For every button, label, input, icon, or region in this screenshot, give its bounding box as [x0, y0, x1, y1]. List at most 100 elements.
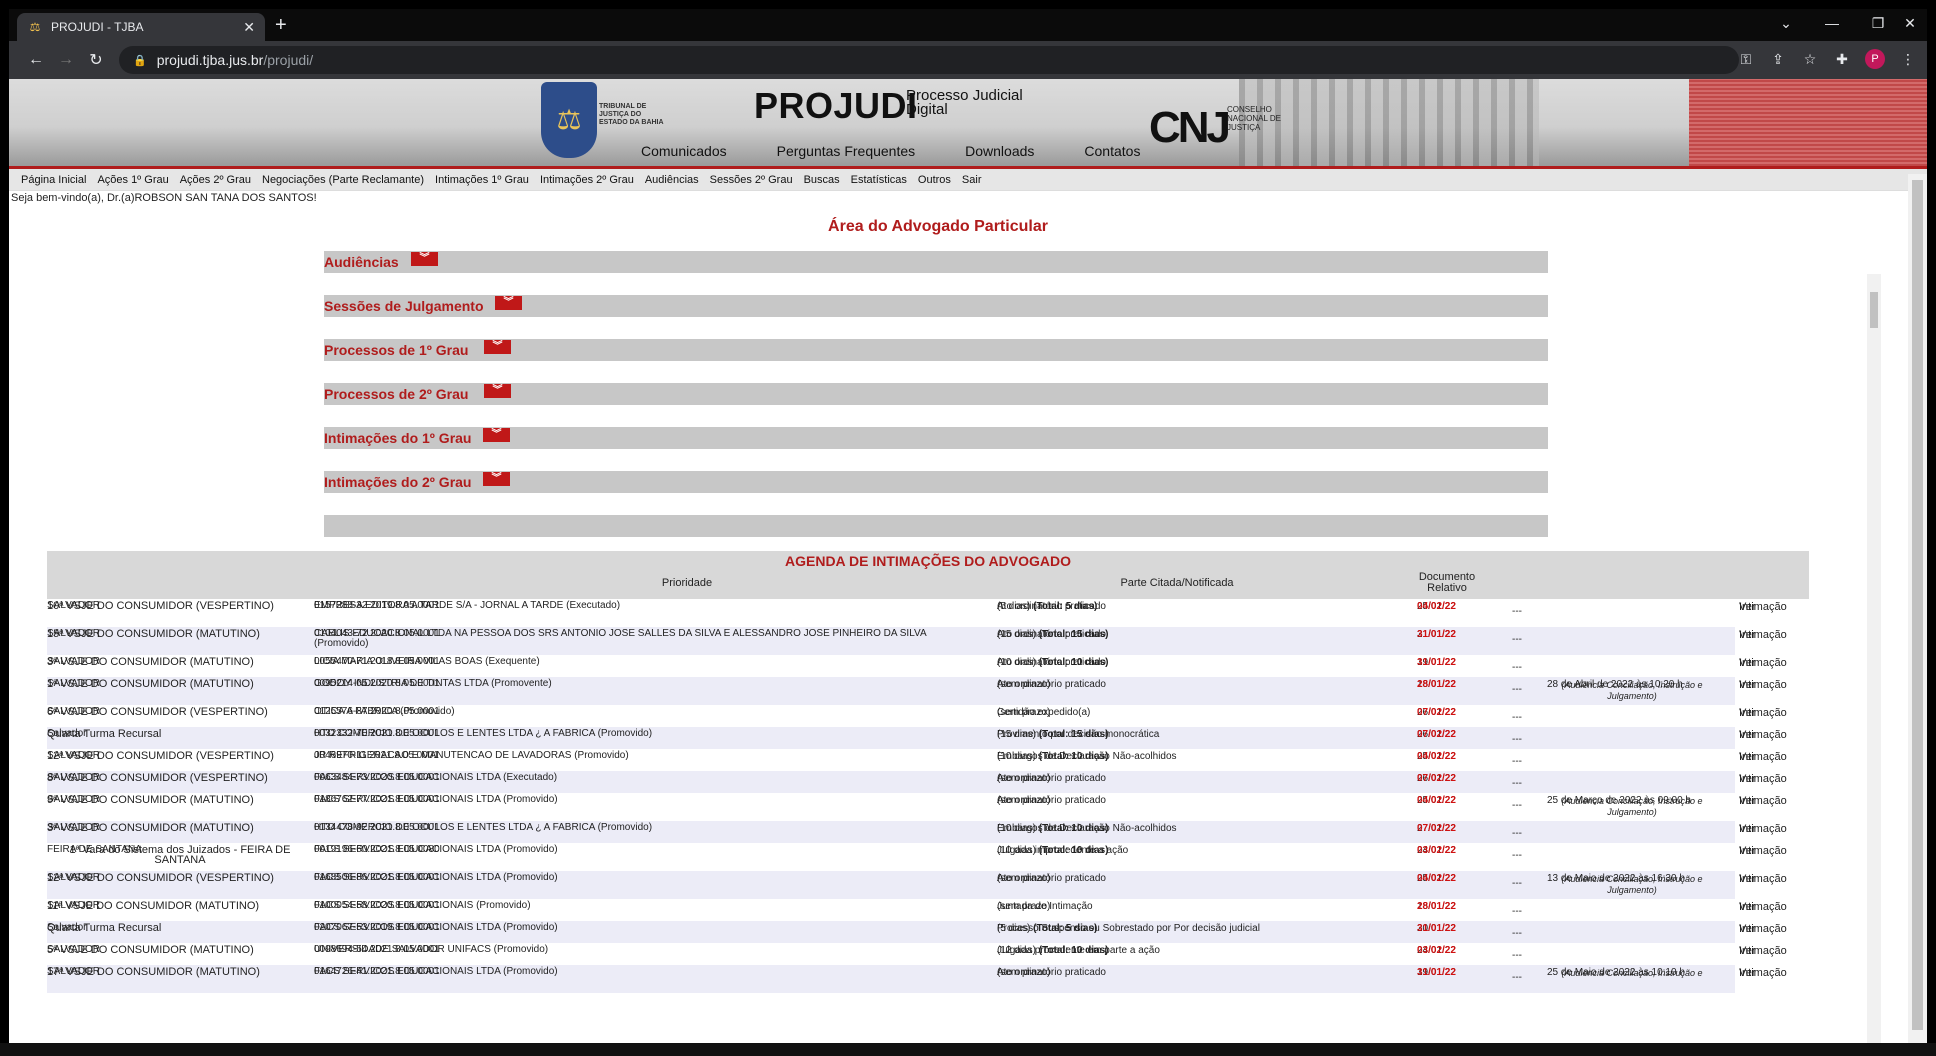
ver-label-2: Intimação	[1739, 707, 1787, 719]
row-vara: Quarta Turma Recursal	[47, 922, 162, 934]
new-tab-icon[interactable]: +	[275, 15, 287, 35]
row-act-deadline: (10 dias) (Total: 10 dias)	[997, 657, 1109, 668]
agenda-title: AGENDA DE INTIMAÇÕES DO ADVOGADO	[785, 553, 1071, 569]
inner-scroll-thumb[interactable]	[1870, 292, 1878, 328]
inner-scrollbar[interactable]	[1867, 274, 1881, 1043]
address-bar[interactable]: 🔒 projudi.tjba.jus.br/projudi/	[119, 46, 1739, 74]
tab-search-icon[interactable]: ⌄	[1763, 13, 1809, 33]
menu-acoes-2-grau[interactable]: Ações 2º Grau	[180, 174, 251, 186]
menu-sessoes-2-grau[interactable]: Sessões 2º Grau	[710, 174, 793, 186]
menu-buscas[interactable]: Buscas	[804, 174, 840, 186]
section-label: Processos de 2º Grau	[324, 386, 469, 402]
row-vara: 1ª VSJE DO CONSUMIDOR (MATUTINO)	[47, 678, 254, 690]
row-act-deadline: (sem prazo)	[997, 901, 1051, 912]
row-dash: ---	[1512, 634, 1522, 645]
section-processos-2-grau[interactable]: Processos de 2º Grau ︾	[324, 383, 1548, 405]
menu-icon[interactable]: ⋮	[1899, 51, 1917, 68]
row-party: FACS SERVICOS EDUCACIONAIS LTDA (Promovi…	[314, 844, 558, 855]
section-processos-1-grau[interactable]: Processos de 1º Grau ︾	[324, 339, 1548, 361]
row-date-end: 28/01/22	[1417, 901, 1456, 912]
row-act-deadline: (15 dias) (Total: 15 dias)	[997, 729, 1109, 740]
section-audiencias[interactable]: Audiências ︾	[324, 251, 1548, 273]
row-vara: 8ª VSJE DO CONSUMIDOR (VESPERTINO)	[47, 772, 268, 784]
browser-tab[interactable]: ⚖ PROJUDI - TJBA ✕	[17, 13, 265, 41]
star-icon[interactable]: ☆	[1801, 51, 1819, 68]
ver-label-2: Intimação	[1739, 773, 1787, 785]
agenda-rows: SALVADOR 10ª VSJE DO CONSUMIDOR (VESPERT…	[47, 599, 1809, 993]
close-window-icon[interactable]: ✕	[1887, 13, 1933, 33]
row-dash: ---	[1512, 878, 1522, 889]
nav-perguntas-frequentes[interactable]: Perguntas Frequentes	[777, 143, 916, 159]
page-scrollbar[interactable]	[1908, 174, 1927, 1043]
row-vara: 1ª Vara do Sistema dos Juizados - FEIRA …	[69, 844, 291, 866]
row-vara: 10ª VSJE DO CONSUMIDOR (VESPERTINO)	[47, 600, 274, 612]
row-dash: ---	[1512, 778, 1522, 789]
forward-icon[interactable]: →	[51, 51, 81, 69]
menu-acoes-1-grau[interactable]: Ações 1º Grau	[97, 174, 168, 186]
page-scroll-thumb[interactable]	[1912, 180, 1923, 1030]
back-icon[interactable]: ←	[21, 51, 51, 69]
menu-audiencias[interactable]: Audiências	[645, 174, 699, 186]
ver-label-2: Intimação	[1739, 657, 1787, 669]
section-sessoes-julgamento[interactable]: Sessões de Julgamento ︾	[324, 295, 1548, 317]
tab-title: PROJUDI - TJBA	[51, 20, 144, 34]
menu-estatisticas[interactable]: Estatísticas	[851, 174, 907, 186]
expand-icon[interactable]: ︾	[484, 384, 511, 398]
row-vara: 12ª VSJE DO CONSUMIDOR (VESPERTINO)	[47, 750, 274, 762]
share-icon[interactable]: ⇪	[1769, 51, 1787, 68]
section-intimacoes-1-grau[interactable]: Intimações do 1º Grau ︾	[324, 427, 1548, 449]
row-party: EMPRESA EDITORA A TARDE S/A - JORNAL A T…	[314, 600, 621, 611]
row-party: CAELIS EDUCACIONAL LTDA NA PESSOA DOS SR…	[314, 628, 927, 649]
banner-decoration	[1689, 79, 1927, 166]
expand-icon[interactable]: ︾	[495, 296, 522, 310]
row-party: FACS SERVICOS EDUCACIONAIS LTDA (Promovi…	[314, 966, 558, 977]
row-vara: 3ª VSJE DO CONSUMIDOR (MATUTINO)	[47, 656, 254, 668]
menu-negociacoes[interactable]: Negociações (Parte Reclamante)	[262, 174, 424, 186]
row-date-end: 04/02/22	[1417, 873, 1456, 884]
row-hearing: 25 de Maio de 2022 às 10:10 h (Audiência…	[1547, 968, 1717, 979]
menu-intimacoes-2-grau[interactable]: Intimações 2º Grau	[540, 174, 634, 186]
expand-icon[interactable]: ︾	[483, 428, 510, 442]
ver-label-2: Intimação	[1739, 729, 1787, 741]
minimize-icon[interactable]: —	[1809, 13, 1855, 33]
expand-icon[interactable]: ︾	[483, 472, 510, 486]
section-label: Intimações do 1º Grau	[324, 430, 472, 446]
profile-avatar[interactable]: P	[1865, 49, 1885, 69]
reload-icon[interactable]: ↻	[81, 50, 111, 70]
row-date-end: 03/02/22	[1417, 945, 1456, 956]
nav-comunicados[interactable]: Comunicados	[641, 143, 727, 159]
menu-outros[interactable]: Outros	[918, 174, 951, 186]
row-date-end: 31/01/22	[1417, 923, 1456, 934]
row-dash: ---	[1512, 734, 1522, 745]
agenda-header: AGENDA DE INTIMAÇÕES DO ADVOGADO Priorid…	[47, 551, 1809, 599]
col-prioridade: Prioridade	[661, 577, 713, 589]
expand-icon[interactable]: ︾	[484, 340, 511, 354]
close-tab-icon[interactable]: ✕	[243, 19, 255, 36]
row-date-end: 04/02/22	[1417, 751, 1456, 762]
table-row: SALVADOR 3ª VSJE DO CONSUMIDOR (MATUTINO…	[47, 655, 1809, 677]
menu-intimacoes-1-grau[interactable]: Intimações 1º Grau	[435, 174, 529, 186]
row-dash: ---	[1512, 906, 1522, 917]
browser-window: ⚖ PROJUDI - TJBA ✕ + ⌄ — ❐ ✕ ← → ↻ 🔒 pro…	[9, 9, 1927, 79]
lock-icon: 🔒	[133, 54, 147, 67]
row-dash: ---	[1512, 756, 1522, 767]
table-row: SALVADOR 10ª VSJE DO CONSUMIDOR (VESPERT…	[47, 599, 1809, 627]
nav-downloads[interactable]: Downloads	[965, 143, 1034, 159]
ver-label-2: Intimação	[1739, 751, 1787, 763]
tjba-crest-icon: ⚖	[541, 82, 597, 158]
menu-sair[interactable]: Sair	[962, 174, 982, 186]
row-vara: 3ª VSJE DO CONSUMIDOR (MATUTINO)	[47, 822, 254, 834]
section-intimacoes-2-grau[interactable]: Intimações do 2º Grau ︾	[324, 471, 1548, 493]
row-act-deadline: (10 dias) (Total: 10 dias)	[997, 823, 1109, 834]
row-dash: ---	[1512, 928, 1522, 939]
row-party: OTICA A FABRICA (Promovido)	[314, 706, 455, 717]
row-dash: ---	[1512, 712, 1522, 723]
menu-pagina-inicial[interactable]: Página Inicial	[21, 174, 86, 186]
key-icon[interactable]: ⚿	[1737, 51, 1755, 68]
nav-contatos[interactable]: Contatos	[1084, 143, 1140, 159]
expand-icon[interactable]: ︾	[411, 252, 438, 266]
page-title: Área do Advogado Particular	[828, 218, 1048, 235]
row-dash: ---	[1512, 606, 1522, 617]
extensions-icon[interactable]: ✚	[1833, 51, 1851, 68]
row-date-end: 03/02/22	[1417, 845, 1456, 856]
